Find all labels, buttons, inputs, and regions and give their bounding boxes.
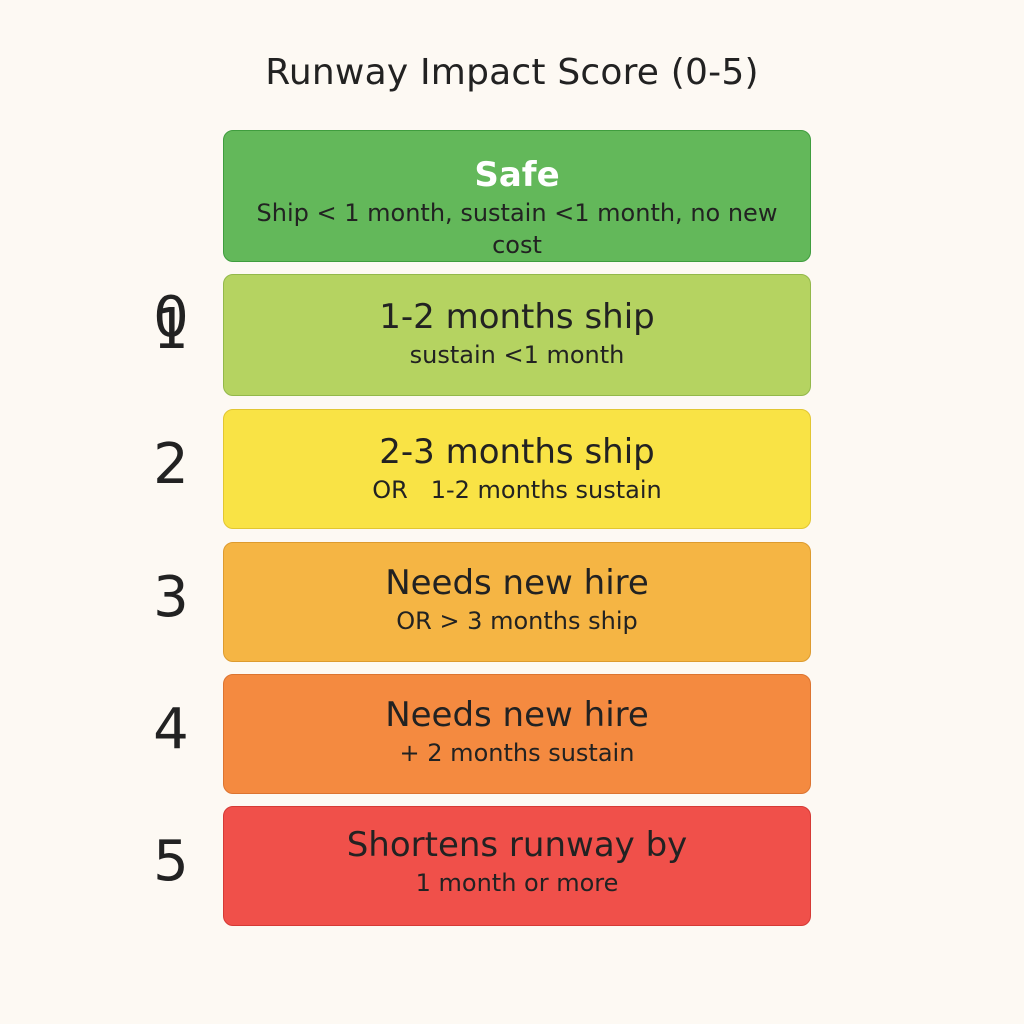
score-headline: Shortens runway by (346, 825, 688, 865)
score-detail: + 2 months sustain (399, 739, 635, 767)
score-box: Needs new hire + 2 months sustain (223, 674, 811, 794)
score-detail: OR 1-2 months sustain (372, 476, 662, 504)
score-detail: 1 month or more (415, 869, 619, 897)
score-box: Shortens runway by 1 month or more (223, 806, 811, 926)
score-number: 2 (153, 432, 189, 497)
score-number: 3 (153, 565, 189, 630)
score-detail: OR > 3 months ship (396, 607, 638, 635)
score-box: 1-2 months ship sustain <1 month (223, 274, 811, 396)
score-number: 1 (153, 297, 189, 362)
score-box: Needs new hire OR > 3 months ship (223, 542, 811, 662)
score-detail: Ship < 1 month, sustain <1 month, no new… (256, 199, 778, 259)
score-headline: Needs new hire (385, 695, 649, 735)
score-number: 5 (153, 829, 189, 894)
score-headline: 2-3 months ship (379, 432, 655, 472)
score-detail: sustain <1 month (409, 341, 625, 369)
score-headline: Safe (474, 155, 560, 195)
score-headline: 1-2 months ship (379, 297, 655, 337)
scale-title: Runway Impact Score (0-5) (265, 52, 759, 93)
score-box: Safe Ship < 1 month, sustain <1 month, n… (223, 130, 811, 262)
score-box: 2-3 months ship OR 1-2 months sustain (223, 409, 811, 529)
score-number: 4 (153, 697, 189, 762)
score-headline: Needs new hire (385, 563, 649, 603)
